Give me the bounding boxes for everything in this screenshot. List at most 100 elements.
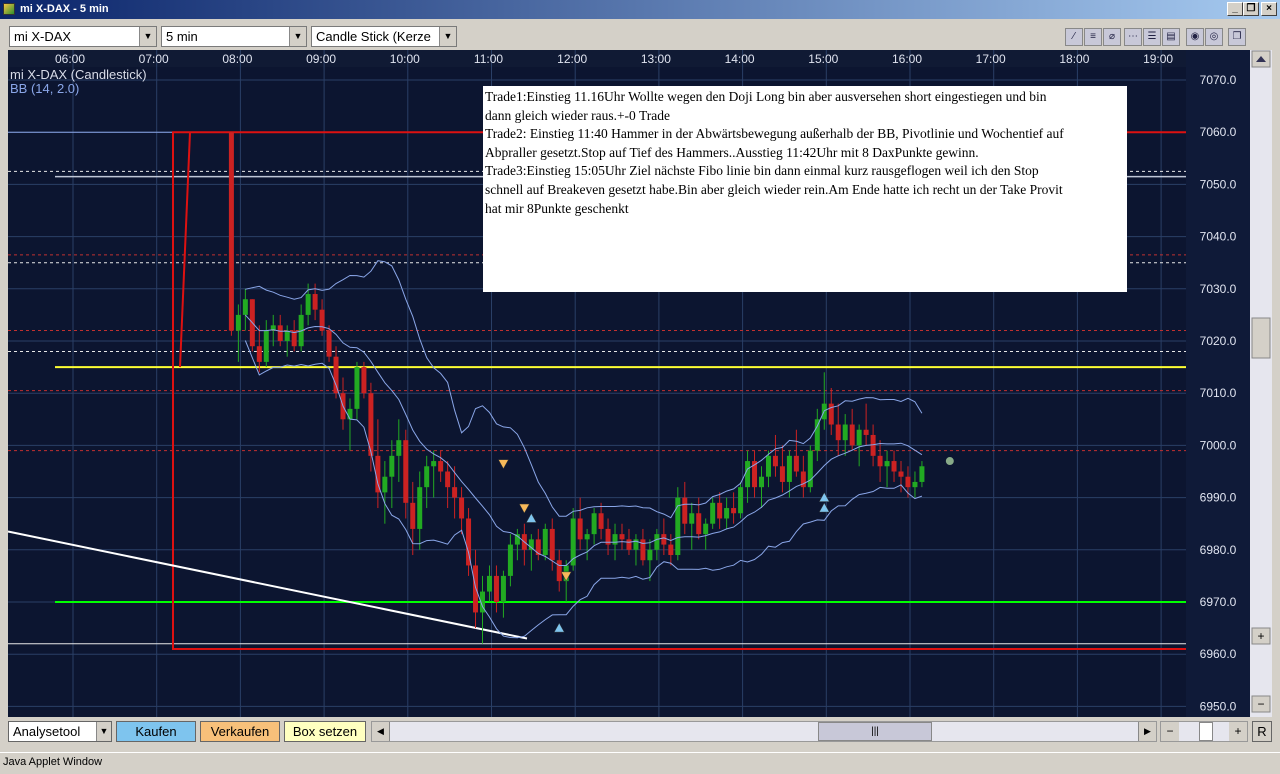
scroll-thumb[interactable]: |||: [818, 722, 932, 741]
plus-icon[interactable]: +: [1229, 722, 1247, 741]
zoom-thumb[interactable]: [1199, 722, 1213, 741]
scroll-right-icon[interactable]: ▶: [1138, 722, 1156, 741]
time-tick-label: 12:00: [557, 52, 587, 66]
scroll-thumb[interactable]: [1251, 317, 1271, 359]
minimize-button[interactable]: _: [1227, 2, 1243, 16]
price-scrollbar[interactable]: + −: [1250, 50, 1272, 717]
candle-body: [849, 424, 855, 446]
chevron-down-icon[interactable]: ▼: [96, 722, 111, 741]
candle-body: [438, 461, 444, 472]
note-line: schnell auf Breakeven gesetzt habe.Bin a…: [485, 181, 1063, 197]
symbol-select[interactable]: mi X-DAX ▼: [9, 26, 157, 47]
time-tick-label: 17:00: [976, 52, 1006, 66]
minus-icon: −: [1257, 697, 1264, 711]
time-tick-label: 16:00: [892, 52, 922, 66]
candle-body: [772, 455, 778, 467]
window-titlebar: mi X-DAX - 5 min _ ❐ ×: [0, 0, 1280, 19]
candle-body: [347, 408, 353, 420]
trade-notes-box[interactable]: Trade1:Einstieg 11.16Uhr Wollte wegen de…: [483, 86, 1127, 292]
candle-body: [431, 461, 437, 467]
note-line: Trade2: Einstieg 11:40 Hammer in der Abw…: [485, 126, 1064, 142]
sell-button[interactable]: Verkaufen: [200, 721, 280, 742]
time-tick-label: 13:00: [641, 52, 671, 66]
interval-select[interactable]: 5 min ▼: [161, 26, 307, 47]
candle-body: [835, 424, 841, 441]
price-tick-label: 7040.0: [1200, 230, 1237, 244]
minus-icon[interactable]: −: [1161, 722, 1179, 741]
window-icon[interactable]: ❐: [1228, 28, 1246, 46]
reset-button[interactable]: R: [1252, 721, 1272, 742]
candle-body: [305, 294, 311, 315]
bottom-toolbar: Analysetool ▼ Kaufen Verkaufen Box setze…: [0, 717, 1280, 747]
candle-body: [814, 419, 820, 451]
chevron-down-icon[interactable]: ▼: [139, 27, 156, 46]
draw-line-icon[interactable]: ⁄: [1065, 28, 1083, 46]
eraser-icon[interactable]: ⌀: [1103, 28, 1121, 46]
note-line: dann gleich wieder raus.+-0 Trade: [485, 107, 670, 123]
candle-body: [542, 528, 548, 556]
candle-body: [326, 330, 332, 357]
price-tick-label: 6950.0: [1200, 699, 1237, 713]
candle-body: [807, 450, 813, 488]
candle-body: [759, 476, 764, 488]
price-tick-label: 7050.0: [1200, 177, 1237, 191]
candle-body: [898, 471, 904, 477]
price-tick-label: 7000.0: [1200, 438, 1237, 452]
candle-body: [403, 440, 409, 503]
plus-icon: +: [1257, 629, 1264, 643]
time-tick-label: 14:00: [725, 52, 755, 66]
price-tick-label: 6980.0: [1200, 543, 1237, 557]
candle-body: [591, 513, 597, 535]
target-icon[interactable]: ◎: [1205, 28, 1223, 46]
interval-value: 5 min: [166, 29, 198, 44]
box-button[interactable]: Box setzen: [284, 721, 366, 742]
chevron-down-icon[interactable]: ▼: [289, 27, 306, 46]
candle-body: [235, 314, 241, 331]
chart-type-value: Candle Stick (Kerze: [316, 29, 431, 44]
chart-type-select[interactable]: Candle Stick (Kerze ▼: [311, 26, 457, 47]
candle-body: [445, 471, 451, 488]
price-tick-label: 6970.0: [1200, 595, 1237, 609]
table-icon[interactable]: ▤: [1162, 28, 1180, 46]
horizontal-lines-icon[interactable]: ≡: [1084, 28, 1102, 46]
close-button[interactable]: ×: [1261, 2, 1277, 16]
candle-body: [842, 424, 848, 441]
analysis-tool-select[interactable]: Analysetool ▼: [8, 721, 112, 742]
candle-body: [856, 429, 862, 446]
time-scrollbar[interactable]: ◀ ||| ▶: [371, 721, 1157, 742]
chevron-down-icon[interactable]: ▼: [439, 27, 456, 46]
candle-body: [654, 534, 660, 550]
candle-body: [863, 429, 869, 435]
marker-dot: [945, 457, 954, 466]
candle-body: [277, 325, 283, 341]
candle-body: [793, 455, 799, 472]
candle-body: [689, 513, 695, 524]
candle-body: [717, 502, 723, 519]
candle-body: [424, 466, 430, 488]
candle-body: [361, 367, 367, 394]
grid-icon[interactable]: ⋯: [1124, 28, 1142, 46]
price-tick-label: 6960.0: [1200, 647, 1237, 661]
candle-body: [877, 455, 883, 467]
circle-icon[interactable]: ◉: [1186, 28, 1204, 46]
maximize-button[interactable]: ❐: [1243, 2, 1259, 16]
indicator-label: BB (14, 2.0): [10, 81, 79, 96]
candle-body: [452, 487, 458, 498]
candle-body: [312, 294, 318, 310]
candle-body: [745, 461, 751, 488]
candle-body: [891, 461, 897, 472]
note-line: hat mir 8Punkte geschenkt: [485, 200, 629, 216]
candle-body: [884, 461, 890, 467]
time-tick-label: 08:00: [222, 52, 252, 66]
price-tick-label: 7030.0: [1200, 282, 1237, 296]
scroll-left-icon[interactable]: ◀: [372, 722, 390, 741]
zoom-slider[interactable]: − +: [1160, 721, 1248, 742]
candle-body: [486, 575, 492, 592]
price-tick-label: 7060.0: [1200, 125, 1237, 139]
list-icon[interactable]: ☰: [1143, 28, 1161, 46]
candle-body: [556, 560, 562, 582]
candle-body: [682, 497, 688, 524]
time-tick-label: 11:00: [474, 52, 503, 66]
candle-body: [410, 502, 416, 529]
buy-button[interactable]: Kaufen: [116, 721, 196, 742]
